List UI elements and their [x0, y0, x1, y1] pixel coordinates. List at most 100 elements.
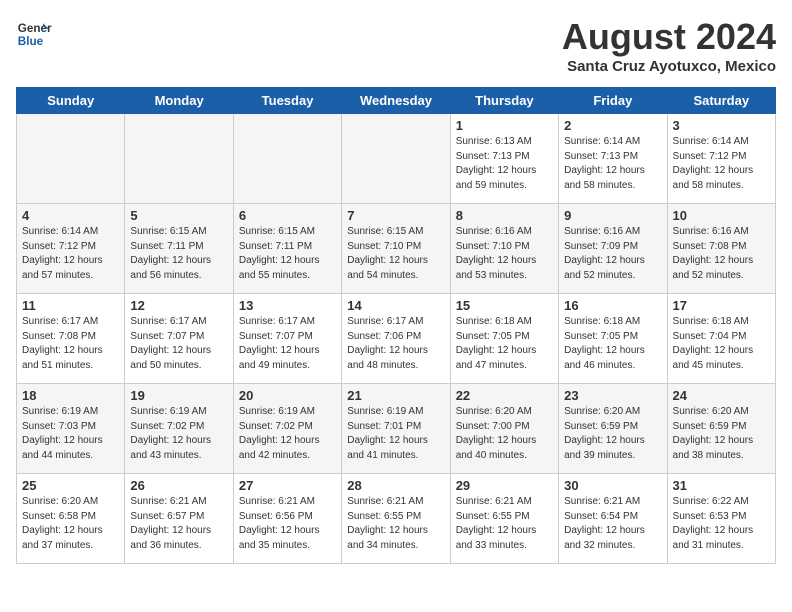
cell-sunrise-info: Sunrise: 6:17 AM Sunset: 7:06 PM Dayligh…	[347, 315, 444, 373]
cell-sunrise-info: Sunrise: 6:15 AM Sunset: 7:11 PM Dayligh…	[239, 225, 336, 283]
calendar-cell: 7 Sunrise: 6:15 AM Sunset: 7:10 PM Daylig…	[342, 204, 450, 294]
calendar-cell	[125, 114, 233, 204]
day-number: 9	[564, 208, 661, 223]
day-number: 4	[22, 208, 119, 223]
cell-sunrise-info: Sunrise: 6:19 AM Sunset: 7:01 PM Dayligh…	[347, 405, 444, 463]
calendar-cell: 15 Sunrise: 6:18 AM Sunset: 7:05 PM Dayli…	[450, 294, 558, 384]
calendar-cell: 12Sunrise: 6:17 AM Sunset: 7:07 PM Dayli…	[125, 294, 233, 384]
calendar-cell: 25 Sunrise: 6:20 AM Sunset: 6:58 PM Dayli…	[17, 474, 125, 564]
day-number: 21	[347, 388, 444, 403]
calendar-cell	[342, 114, 450, 204]
day-header-wednesday: Wednesday	[342, 88, 450, 114]
day-number: 19	[130, 388, 227, 403]
day-number: 5	[130, 208, 227, 223]
calendar-week-row: 4 Sunrise: 6:14 AM Sunset: 7:12 PM Daylig…	[17, 204, 776, 294]
day-number: 1	[456, 118, 553, 133]
cell-sunrise-info: Sunrise: 6:18 AM Sunset: 7:05 PM Dayligh…	[456, 315, 553, 373]
day-header-monday: Monday	[125, 88, 233, 114]
cell-sunrise-info: Sunrise: 6:14 AM Sunset: 7:12 PM Dayligh…	[673, 135, 770, 193]
calendar-cell: 6 Sunrise: 6:15 AM Sunset: 7:11 PM Daylig…	[233, 204, 341, 294]
day-number: 8	[456, 208, 553, 223]
calendar-cell: 10 Sunrise: 6:16 AM Sunset: 7:08 PM Dayli…	[667, 204, 775, 294]
day-number: 20	[239, 388, 336, 403]
day-header-friday: Friday	[559, 88, 667, 114]
day-number: 16	[564, 298, 661, 313]
day-number: 10	[673, 208, 770, 223]
cell-sunrise-info: Sunrise: 6:16 AM Sunset: 7:09 PM Dayligh…	[564, 225, 661, 283]
calendar-week-row: 25 Sunrise: 6:20 AM Sunset: 6:58 PM Dayli…	[17, 474, 776, 564]
cell-sunrise-info: Sunrise: 6:16 AM Sunset: 7:08 PM Dayligh…	[673, 225, 770, 283]
day-number: 18	[22, 388, 119, 403]
calendar-cell: 19 Sunrise: 6:19 AM Sunset: 7:02 PM Dayli…	[125, 384, 233, 474]
title-block: August 2024 Santa Cruz Ayotuxco, Mexico	[562, 16, 776, 75]
calendar-week-row: 11Sunrise: 6:17 AM Sunset: 7:08 PM Dayli…	[17, 294, 776, 384]
cell-sunrise-info: Sunrise: 6:21 AM Sunset: 6:55 PM Dayligh…	[456, 495, 553, 553]
calendar-cell	[17, 114, 125, 204]
day-number: 22	[456, 388, 553, 403]
calendar-header-row: SundayMondayTuesdayWednesdayThursdayFrid…	[17, 88, 776, 114]
day-number: 7	[347, 208, 444, 223]
cell-sunrise-info: Sunrise: 6:15 AM Sunset: 7:11 PM Dayligh…	[130, 225, 227, 283]
cell-sunrise-info: Sunrise: 6:22 AM Sunset: 6:53 PM Dayligh…	[673, 495, 770, 553]
calendar-cell: 5 Sunrise: 6:15 AM Sunset: 7:11 PM Daylig…	[125, 204, 233, 294]
calendar-table: SundayMondayTuesdayWednesdayThursdayFrid…	[16, 87, 776, 564]
cell-sunrise-info: Sunrise: 6:21 AM Sunset: 6:56 PM Dayligh…	[239, 495, 336, 553]
logo-icon: General Blue	[16, 16, 52, 52]
day-header-sunday: Sunday	[17, 88, 125, 114]
calendar-cell: 23Sunrise: 6:20 AM Sunset: 6:59 PM Dayli…	[559, 384, 667, 474]
calendar-cell: 28Sunrise: 6:21 AM Sunset: 6:55 PM Dayli…	[342, 474, 450, 564]
day-number: 12	[130, 298, 227, 313]
cell-sunrise-info: Sunrise: 6:19 AM Sunset: 7:03 PM Dayligh…	[22, 405, 119, 463]
cell-sunrise-info: Sunrise: 6:16 AM Sunset: 7:10 PM Dayligh…	[456, 225, 553, 283]
cell-sunrise-info: Sunrise: 6:13 AM Sunset: 7:13 PM Dayligh…	[456, 135, 553, 193]
day-number: 31	[673, 478, 770, 493]
day-number: 17	[673, 298, 770, 313]
calendar-cell: 1 Sunrise: 6:13 AM Sunset: 7:13 PM Daylig…	[450, 114, 558, 204]
calendar-cell: 9 Sunrise: 6:16 AM Sunset: 7:09 PM Daylig…	[559, 204, 667, 294]
cell-sunrise-info: Sunrise: 6:20 AM Sunset: 6:59 PM Dayligh…	[673, 405, 770, 463]
cell-sunrise-info: Sunrise: 6:19 AM Sunset: 7:02 PM Dayligh…	[130, 405, 227, 463]
day-number: 26	[130, 478, 227, 493]
day-number: 29	[456, 478, 553, 493]
location-subtitle: Santa Cruz Ayotuxco, Mexico	[562, 58, 776, 75]
cell-sunrise-info: Sunrise: 6:21 AM Sunset: 6:55 PM Dayligh…	[347, 495, 444, 553]
calendar-cell: 13Sunrise: 6:17 AM Sunset: 7:07 PM Dayli…	[233, 294, 341, 384]
page-header: General Blue August 2024 Santa Cruz Ayot…	[16, 16, 776, 75]
day-number: 24	[673, 388, 770, 403]
cell-sunrise-info: Sunrise: 6:17 AM Sunset: 7:07 PM Dayligh…	[239, 315, 336, 373]
calendar-cell: 26 Sunrise: 6:21 AM Sunset: 6:57 PM Dayli…	[125, 474, 233, 564]
day-number: 23	[564, 388, 661, 403]
calendar-cell: 8 Sunrise: 6:16 AM Sunset: 7:10 PM Daylig…	[450, 204, 558, 294]
day-header-saturday: Saturday	[667, 88, 775, 114]
calendar-cell: 24 Sunrise: 6:20 AM Sunset: 6:59 PM Dayli…	[667, 384, 775, 474]
cell-sunrise-info: Sunrise: 6:15 AM Sunset: 7:10 PM Dayligh…	[347, 225, 444, 283]
calendar-cell: 18 Sunrise: 6:19 AM Sunset: 7:03 PM Dayli…	[17, 384, 125, 474]
calendar-cell: 4 Sunrise: 6:14 AM Sunset: 7:12 PM Daylig…	[17, 204, 125, 294]
day-header-tuesday: Tuesday	[233, 88, 341, 114]
day-number: 15	[456, 298, 553, 313]
day-number: 14	[347, 298, 444, 313]
day-number: 25	[22, 478, 119, 493]
calendar-cell: 22 Sunrise: 6:20 AM Sunset: 7:00 PM Dayli…	[450, 384, 558, 474]
calendar-cell: 2Sunrise: 6:14 AM Sunset: 7:13 PM Daylig…	[559, 114, 667, 204]
cell-sunrise-info: Sunrise: 6:21 AM Sunset: 6:57 PM Dayligh…	[130, 495, 227, 553]
calendar-cell: 3Sunrise: 6:14 AM Sunset: 7:12 PM Daylig…	[667, 114, 775, 204]
cell-sunrise-info: Sunrise: 6:18 AM Sunset: 7:05 PM Dayligh…	[564, 315, 661, 373]
cell-sunrise-info: Sunrise: 6:19 AM Sunset: 7:02 PM Dayligh…	[239, 405, 336, 463]
day-number: 2	[564, 118, 661, 133]
day-header-thursday: Thursday	[450, 88, 558, 114]
month-year-title: August 2024	[562, 16, 776, 58]
cell-sunrise-info: Sunrise: 6:14 AM Sunset: 7:12 PM Dayligh…	[22, 225, 119, 283]
day-number: 30	[564, 478, 661, 493]
calendar-week-row: 18 Sunrise: 6:19 AM Sunset: 7:03 PM Dayli…	[17, 384, 776, 474]
cell-sunrise-info: Sunrise: 6:20 AM Sunset: 7:00 PM Dayligh…	[456, 405, 553, 463]
calendar-cell: 11Sunrise: 6:17 AM Sunset: 7:08 PM Dayli…	[17, 294, 125, 384]
cell-sunrise-info: Sunrise: 6:17 AM Sunset: 7:08 PM Dayligh…	[22, 315, 119, 373]
calendar-cell: 30 Sunrise: 6:21 AM Sunset: 6:54 PM Dayli…	[559, 474, 667, 564]
calendar-cell: 31 Sunrise: 6:22 AM Sunset: 6:53 PM Dayli…	[667, 474, 775, 564]
day-number: 6	[239, 208, 336, 223]
calendar-cell: 20 Sunrise: 6:19 AM Sunset: 7:02 PM Dayli…	[233, 384, 341, 474]
cell-sunrise-info: Sunrise: 6:20 AM Sunset: 6:58 PM Dayligh…	[22, 495, 119, 553]
svg-text:Blue: Blue	[18, 35, 44, 48]
cell-sunrise-info: Sunrise: 6:21 AM Sunset: 6:54 PM Dayligh…	[564, 495, 661, 553]
